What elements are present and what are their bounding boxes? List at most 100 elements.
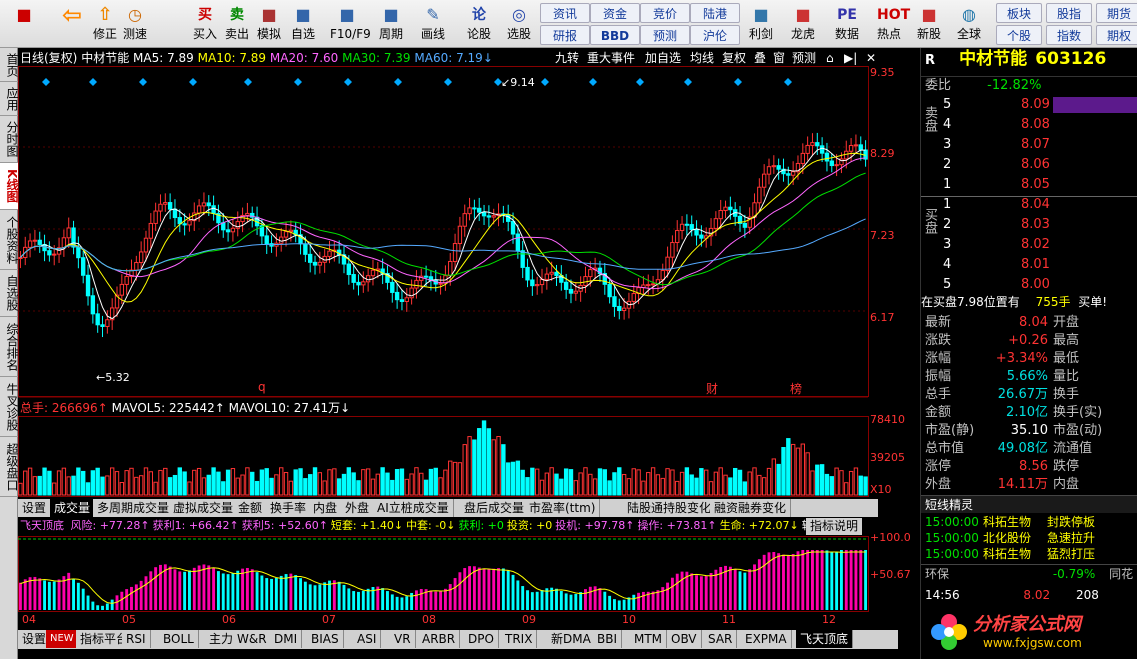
left-tab-7[interactable]: 牛叉诊股 bbox=[0, 377, 19, 437]
ranking-marker[interactable]: 榜 bbox=[790, 380, 802, 397]
toolbar-hammer-button[interactable]: ■ 模拟 bbox=[252, 2, 286, 46]
indicator-tab-18[interactable]: SAR bbox=[704, 630, 738, 648]
left-tab-6[interactable]: 综合排名 bbox=[0, 317, 19, 377]
indicator-help-button[interactable]: 指标说明 bbox=[806, 518, 863, 535]
toolbar-group-1[interactable]: 资金 bbox=[590, 3, 640, 23]
indicator-tab-1[interactable]: NEW bbox=[46, 630, 79, 648]
lock-icon[interactable]: ⌂ bbox=[824, 49, 836, 67]
toolbar-right-b1[interactable]: 指数 bbox=[1046, 25, 1092, 45]
buy-level-row[interactable]: 3 8.02 bbox=[921, 236, 1137, 254]
sell-level-row[interactable]: 3 8.07 bbox=[921, 136, 1137, 154]
indicator-tab-15[interactable]: BBI bbox=[593, 630, 623, 648]
toolbar-folder-button[interactable]: ■ 自选 bbox=[286, 2, 320, 46]
buy-level-row[interactable]: 4 8.01 bbox=[921, 256, 1137, 274]
volume-tab-0[interactable]: 设置 bbox=[18, 499, 52, 517]
finance-marker[interactable]: 财 bbox=[706, 380, 718, 397]
toolbar-clock-button[interactable]: ◷ 测速 bbox=[118, 2, 152, 46]
indicator-tab-11[interactable]: ARBR bbox=[418, 630, 461, 648]
buy-level-row[interactable]: 1 8.04 bbox=[921, 196, 1137, 214]
indicator-tab-4[interactable]: BOLL bbox=[159, 630, 199, 648]
sell-level-row[interactable]: 5 8.09 bbox=[921, 96, 1137, 114]
left-tab-8[interactable]: 超级盘口 bbox=[0, 437, 19, 497]
volume-tab-11[interactable]: 陆股通持股变化 bbox=[623, 499, 717, 517]
left-tab-1[interactable]: 应用 bbox=[0, 82, 19, 116]
left-tab-5[interactable]: 自选股 bbox=[0, 270, 19, 317]
indicator-tab-8[interactable]: BIAS bbox=[307, 630, 344, 648]
elves-row[interactable]: 15:00:00 科拓生物 猛烈打压 bbox=[921, 546, 1137, 562]
indicator-tab-20[interactable]: 飞天顶底 bbox=[796, 630, 854, 648]
chart-control-1[interactable]: 重大事件 bbox=[585, 49, 637, 67]
elves-title-row[interactable]: 短线精灵 bbox=[921, 495, 1137, 513]
toolbar-dragon-button[interactable]: ■ 龙虎 bbox=[786, 2, 820, 46]
volume-tab-9[interactable]: 盘后成交量 bbox=[460, 499, 530, 517]
toolbar-discuss-button[interactable]: 论论股 bbox=[462, 2, 496, 46]
indicator-tab-10[interactable]: VR bbox=[390, 630, 416, 648]
chart-control-6[interactable]: 窗 bbox=[771, 49, 787, 67]
volume-tab-3[interactable]: 虚拟成交量 bbox=[169, 499, 239, 517]
indicator-tab-9[interactable]: ASI bbox=[353, 630, 382, 648]
chart-control-4[interactable]: 复权 bbox=[720, 49, 748, 67]
left-tab-0[interactable]: 首页 bbox=[0, 48, 19, 82]
toolbar-up-arrow-button[interactable]: ⇧ 修正 bbox=[88, 2, 122, 46]
volume-tab-2[interactable]: 多周期成交量 bbox=[93, 499, 175, 517]
toolbar-back-arrow-button[interactable]: ⇦ bbox=[52, 2, 92, 46]
volume-tab-4[interactable]: 金额 bbox=[234, 499, 268, 517]
indicator-tab-6[interactable]: W&R bbox=[233, 630, 272, 648]
toolbar-f10-button[interactable]: ■ F10/F9 bbox=[330, 2, 371, 46]
sell-level-row[interactable]: 4 8.08 bbox=[921, 116, 1137, 134]
buy-level-row[interactable]: 5 8.00 bbox=[921, 276, 1137, 294]
toolbar-right-2[interactable]: 期货 bbox=[1096, 3, 1137, 23]
toolbar-sell-button[interactable]: 卖卖出 bbox=[220, 2, 254, 46]
volume-tab-6[interactable]: 内盘 bbox=[309, 499, 343, 517]
volume-tab-5[interactable]: 换手率 bbox=[266, 499, 312, 517]
toolbar-sword-button[interactable]: ■ 利剑 bbox=[744, 2, 778, 46]
indicator-tab-3[interactable]: RSI bbox=[122, 630, 151, 648]
volume-tab-10[interactable]: 市盈率(ttm) bbox=[525, 499, 601, 517]
toolbar-hot-button[interactable]: HOT 热点 bbox=[872, 2, 910, 46]
volume-tab-8[interactable]: AI立桩成交量 bbox=[373, 499, 454, 517]
toolbar-group-b2[interactable]: 预测 bbox=[640, 25, 690, 45]
chart-control-0[interactable]: 九转 bbox=[553, 49, 581, 67]
toolbar-group-b1[interactable]: BBD bbox=[590, 25, 640, 45]
indicator-tab-17[interactable]: OBV bbox=[667, 630, 702, 648]
toolbar-group-2[interactable]: 竞价 bbox=[640, 3, 690, 23]
left-tab-2[interactable]: 分时图 bbox=[0, 116, 19, 163]
toolbar-select-stock-button[interactable]: ◎ 选股 bbox=[502, 2, 536, 46]
toolbar-right-b2[interactable]: 期权 bbox=[1096, 25, 1137, 45]
toolbar-globe-button[interactable]: ◍ 全球 bbox=[952, 2, 986, 46]
indicator-tab-7[interactable]: DMI bbox=[270, 630, 303, 648]
indicator-tab-19[interactable]: EXPMA bbox=[741, 630, 792, 648]
volume-tab-12[interactable]: 融资融券变化 bbox=[710, 499, 792, 517]
indicator-tab-13[interactable]: TRIX bbox=[501, 630, 538, 648]
toolbar-data-button[interactable]: PE 数据 bbox=[830, 2, 864, 46]
buy-level-row[interactable]: 2 8.03 bbox=[921, 216, 1137, 234]
toolbar-group-b3[interactable]: 沪伦 bbox=[690, 25, 740, 45]
left-tab-4[interactable]: 个股资料 bbox=[0, 210, 19, 270]
toolbar-right-b0[interactable]: 个股 bbox=[996, 25, 1042, 45]
volume-tab-1[interactable]: 成交量 bbox=[50, 499, 96, 517]
indicator-tab-16[interactable]: MTM bbox=[630, 630, 668, 648]
close-icon[interactable]: ✕ bbox=[864, 49, 878, 67]
sell-level-row[interactable]: 2 8.06 bbox=[921, 156, 1137, 174]
chart-control-5[interactable]: 叠 bbox=[752, 49, 768, 67]
toolbar-group-3[interactable]: 陆港 bbox=[690, 3, 740, 23]
indicator-tab-14[interactable]: 新DMA bbox=[547, 630, 596, 648]
toolbar-grid-button[interactable]: ■ bbox=[4, 2, 44, 46]
left-tab-3[interactable]: K线图 bbox=[0, 163, 19, 210]
toolbar-group-b0[interactable]: 研报 bbox=[540, 25, 590, 45]
kline-chart-area[interactable]: 日线(复权) 中材节能 MA5: 7.89 MA10: 7.89 MA20: 7… bbox=[18, 48, 911, 633]
volume-tab-7[interactable]: 外盘 bbox=[341, 499, 375, 517]
toolbar-new-stock-button[interactable]: ■ 新股 bbox=[912, 2, 946, 46]
expand-icon[interactable]: ▶| bbox=[842, 49, 859, 67]
elves-row[interactable]: 15:00:00 科拓生物 封跌停板 bbox=[921, 514, 1137, 530]
chart-control-2[interactable]: 加自选 bbox=[643, 49, 683, 67]
toolbar-right-0[interactable]: 板块 bbox=[996, 3, 1042, 23]
toolbar-period-button[interactable]: ■ 周期 bbox=[374, 2, 408, 46]
toolbar-group-0[interactable]: 资讯 bbox=[540, 3, 590, 23]
elves-row[interactable]: 15:00:00 北化股份 急速拉升 bbox=[921, 530, 1137, 546]
chart-control-3[interactable]: 均线 bbox=[688, 49, 716, 67]
chart-control-7[interactable]: 预测 bbox=[790, 49, 818, 67]
toolbar-buy-button[interactable]: 买买入 bbox=[188, 2, 222, 46]
toolbar-pen-button[interactable]: ✎ 画线 bbox=[416, 2, 450, 46]
indicator-tab-12[interactable]: DPO bbox=[464, 630, 499, 648]
